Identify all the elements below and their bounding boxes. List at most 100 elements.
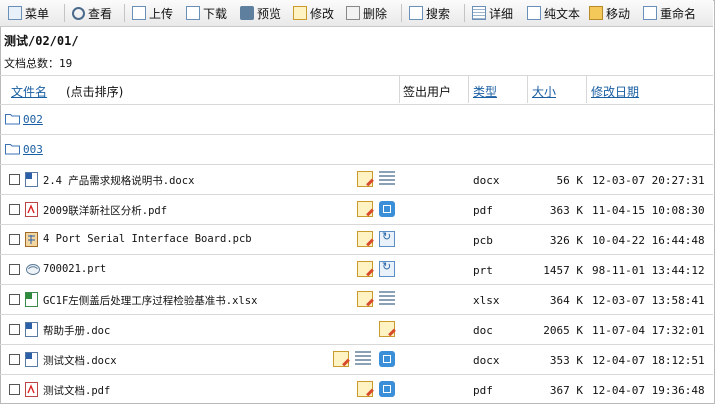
versions-icon[interactable]: [355, 351, 371, 367]
rename-button[interactable]: 重命名: [643, 3, 696, 23]
column-header-modified[interactable]: 修改日期: [591, 83, 639, 100]
column-header-type[interactable]: 类型: [473, 83, 497, 100]
file-name[interactable]: 测试文档.docx: [43, 353, 117, 368]
preview-button[interactable]: 预览: [240, 3, 281, 23]
row-checkbox[interactable]: [9, 384, 20, 395]
preview-label: 预览: [257, 6, 282, 21]
versions-icon[interactable]: [379, 291, 395, 307]
move-label: 移动: [606, 6, 631, 21]
file-name[interactable]: 2009联洋新社区分析.pdf: [43, 203, 167, 218]
row-checkbox[interactable]: [9, 264, 20, 275]
column-header-checkout-user: 签出用户: [403, 85, 452, 99]
edit-icon[interactable]: [333, 351, 349, 367]
edit-icon: [293, 6, 307, 20]
magnifier-icon: [72, 6, 85, 20]
edit-icon[interactable]: [357, 171, 373, 187]
folder-link[interactable]: 003: [23, 143, 43, 156]
edit-label: 修改: [310, 6, 335, 21]
upload-icon: [132, 6, 146, 20]
folder-row[interactable]: 003: [0, 135, 713, 165]
file-name[interactable]: 4 Port Serial Interface Board.pcb: [43, 233, 252, 245]
detail-button[interactable]: 详细: [472, 3, 513, 23]
view-label: 查看: [88, 6, 113, 21]
preview-icon[interactable]: [379, 201, 395, 217]
row-checkbox[interactable]: [9, 324, 20, 335]
file-type: docx: [473, 354, 500, 367]
detail-label: 详细: [489, 6, 514, 21]
edit-button[interactable]: 修改: [293, 3, 334, 23]
row-checkbox[interactable]: [9, 174, 20, 185]
file-row[interactable]: GC1F左侧盖后处理工序过程检验基准书.xlsx xlsx 364 K 12-0…: [0, 285, 713, 315]
column-divider: [586, 76, 587, 103]
folder-row[interactable]: 002: [0, 105, 713, 135]
sort-hint: (点击排序): [66, 85, 124, 99]
edit-icon[interactable]: [379, 321, 395, 337]
column-header-filename[interactable]: 文件名: [11, 83, 47, 100]
file-row[interactable]: 2.4 产品需求规格说明书.docx docx 56 K 12-03-07 20…: [0, 165, 713, 195]
file-type: pdf: [473, 384, 493, 397]
file-name[interactable]: 测试文档.pdf: [43, 383, 110, 398]
convert-icon[interactable]: [379, 260, 395, 277]
menu-button[interactable]: 菜单: [8, 3, 49, 23]
view-button[interactable]: 查看: [72, 3, 112, 23]
file-row[interactable]: 4 Port Serial Interface Board.pcb pcb 32…: [0, 225, 713, 255]
file-name[interactable]: GC1F左侧盖后处理工序过程检验基准书.xlsx: [43, 293, 257, 308]
file-type: pcb: [473, 234, 493, 247]
upload-label: 上传: [149, 6, 174, 21]
file-date: 12-03-07 13:58:41: [592, 294, 705, 307]
column-divider: [527, 76, 528, 103]
file-date: 12-03-07 20:27:31: [592, 174, 705, 187]
menu-label: 菜单: [25, 6, 50, 21]
preview-icon: [240, 6, 254, 20]
plaintext-icon: [527, 6, 541, 20]
delete-button[interactable]: 删除: [346, 3, 387, 23]
upload-button[interactable]: 上传: [132, 3, 173, 23]
search-button[interactable]: 搜索: [409, 3, 450, 23]
preview-icon[interactable]: [379, 351, 395, 367]
pcb-icon: [25, 232, 38, 247]
file-type: doc: [473, 324, 493, 337]
edit-icon[interactable]: [357, 381, 373, 397]
file-row[interactable]: 帮助手册.doc doc 2065 K 11-07-04 17:32:01: [0, 315, 713, 345]
file-size: 367 K: [549, 384, 583, 397]
table-top-border: [0, 75, 713, 76]
move-button[interactable]: 移动: [589, 3, 630, 23]
file-name[interactable]: 帮助手册.doc: [43, 323, 110, 338]
column-divider: [468, 76, 469, 103]
file-row[interactable]: 测试文档.pdf pdf 367 K 12-04-07 19:36:48: [0, 375, 713, 405]
edit-icon[interactable]: [357, 291, 373, 307]
file-type: pdf: [473, 204, 493, 217]
row-checkbox[interactable]: [9, 204, 20, 215]
file-row[interactable]: 700021.prt prt 1457 K 98-11-01 13:44:12: [0, 255, 713, 285]
rename-icon: [643, 6, 657, 20]
file-size: 56 K: [556, 174, 584, 187]
plaintext-button[interactable]: 纯文本: [527, 3, 580, 23]
column-header-size[interactable]: 大小: [532, 83, 556, 100]
versions-icon[interactable]: [379, 171, 395, 187]
file-name[interactable]: 2.4 产品需求规格说明书.docx: [43, 173, 194, 188]
file-row[interactable]: 2009联洋新社区分析.pdf pdf 363 K 11-04-15 10:08…: [0, 195, 713, 225]
edit-icon[interactable]: [357, 201, 373, 217]
document-count: 文档总数：19: [4, 57, 73, 70]
row-checkbox[interactable]: [9, 354, 20, 365]
file-row[interactable]: 测试文档.docx docx 353 K 12-04-07 18:12:51: [0, 345, 713, 375]
row-checkbox[interactable]: [9, 294, 20, 305]
file-name[interactable]: 700021.prt: [43, 263, 106, 275]
file-date: 12-04-07 19:36:48: [592, 384, 705, 397]
pdf-icon: [25, 202, 38, 217]
convert-icon[interactable]: [379, 230, 395, 247]
edit-icon[interactable]: [357, 231, 373, 247]
folder-link[interactable]: 002: [23, 113, 43, 126]
edit-icon[interactable]: [357, 261, 373, 277]
search-icon: [409, 6, 423, 20]
toolbar-separator: [64, 4, 65, 22]
preview-icon[interactable]: [379, 381, 395, 397]
row-checkbox[interactable]: [9, 234, 20, 245]
download-button[interactable]: 下载: [186, 3, 227, 23]
detail-icon: [472, 6, 486, 20]
file-date: 12-04-07 18:12:51: [592, 354, 705, 367]
toolbar-separator: [401, 4, 402, 22]
rename-label: 重命名: [660, 6, 697, 21]
file-date: 98-11-01 13:44:12: [592, 264, 705, 277]
move-icon: [589, 6, 603, 20]
